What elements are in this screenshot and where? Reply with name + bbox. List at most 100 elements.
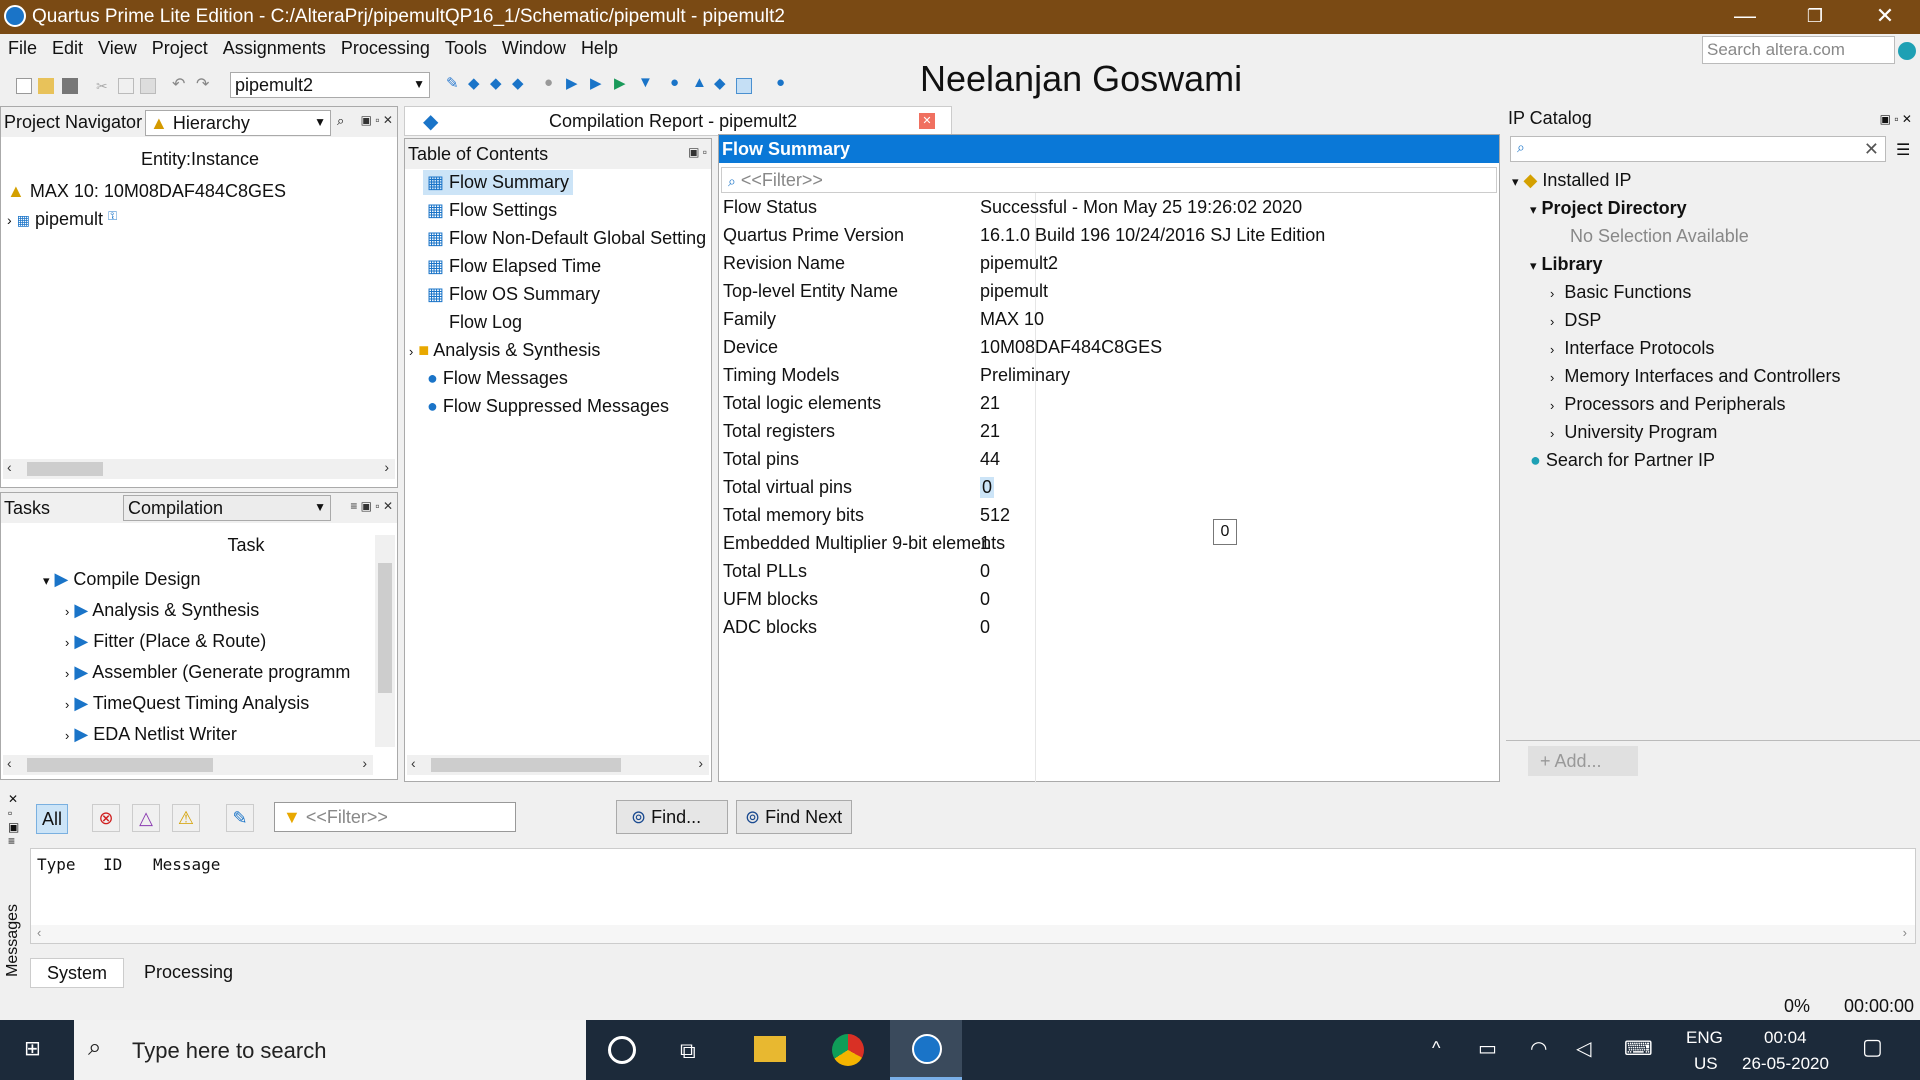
help-chat-icon[interactable]: ● — [776, 74, 792, 91]
menu-view[interactable]: View — [90, 34, 144, 59]
toc-item[interactable]: Flow Log — [449, 312, 522, 333]
task-row[interactable]: › ▶ EDA Netlist Writer — [65, 724, 237, 745]
chevron-left-icon[interactable]: ‹ — [7, 459, 12, 475]
new-file-icon[interactable] — [16, 78, 32, 94]
paste-icon[interactable] — [140, 78, 156, 94]
library-item[interactable]: › DSP — [1550, 310, 1601, 331]
pin-planner-icon[interactable]: ✎ — [446, 74, 462, 92]
timing-analyzer-icon[interactable]: ● — [670, 74, 686, 91]
tasks-hscrollbar[interactable]: ‹ › — [3, 755, 373, 775]
summary-filter-input[interactable]: ⌕ <<Filter>> — [721, 167, 1497, 193]
clock-date[interactable]: 26-05-2020 — [1742, 1054, 1829, 1074]
find-next-button[interactable]: ⊚ Find Next — [736, 800, 852, 834]
taskbar-search-box[interactable]: ⌕ Type here to search — [74, 1020, 586, 1080]
library-node[interactable]: ▾ Library — [1530, 254, 1603, 275]
add-ip-button[interactable]: + Add... — [1528, 746, 1638, 776]
quartus-taskbar-button[interactable] — [890, 1020, 962, 1080]
settings-icon[interactable]: ◆ — [490, 74, 506, 92]
chevron-right-icon[interactable]: › — [698, 755, 703, 771]
chevron-right-icon[interactable]: › — [384, 459, 389, 475]
top-entity-row[interactable]: › ▦ pipemult ⚿ — [7, 209, 117, 230]
minimize-button[interactable]: — — [1710, 0, 1780, 34]
chevron-down-icon[interactable]: ▾ — [1512, 174, 1519, 189]
chevron-right-icon[interactable]: › — [65, 635, 69, 650]
menu-window[interactable]: Window — [494, 34, 573, 59]
task-row[interactable]: › ▶ Analysis & Synthesis — [65, 600, 259, 621]
chevron-right-icon[interactable]: › — [1550, 314, 1554, 329]
toc-item-flow-summary[interactable]: ▦ Flow Summary — [423, 170, 574, 195]
chevron-right-icon[interactable]: › — [1550, 286, 1554, 301]
revision-select[interactable]: pipemult2 ▼ — [230, 72, 430, 98]
play-icon[interactable]: ▶ — [74, 693, 88, 713]
chevron-right-icon[interactable]: › — [1550, 370, 1554, 385]
notification-icon[interactable]: ▢ — [1862, 1034, 1883, 1060]
library-item[interactable]: › Processors and Peripherals — [1550, 394, 1785, 415]
menu-assignments[interactable]: Assignments — [215, 34, 333, 59]
wifi-icon[interactable]: ◠ — [1530, 1036, 1547, 1061]
task-view-icon[interactable]: ⧉ — [680, 1038, 696, 1064]
library-item[interactable]: › University Program — [1550, 422, 1717, 443]
menu-project[interactable]: Project — [144, 34, 215, 59]
suppress-filter-icon[interactable]: ✎ — [226, 804, 254, 832]
messages-filter-input[interactable]: ▼ <<Filter>> — [274, 802, 516, 832]
toc-item[interactable]: › ■ Analysis & Synthesis — [409, 340, 600, 361]
netlist-icon[interactable]: ◆ — [714, 74, 730, 92]
task-row[interactable]: › ▶ TimeQuest Timing Analysis — [65, 693, 309, 714]
chevron-right-icon[interactable]: › — [65, 697, 69, 712]
ip-search-input[interactable]: ⌕ ✕ — [1510, 136, 1886, 162]
chevron-right-icon[interactable]: › — [7, 212, 12, 228]
installed-ip-node[interactable]: ▾ ◆ Installed IP — [1512, 170, 1631, 191]
chrome-icon[interactable] — [832, 1034, 864, 1066]
menu-file[interactable]: File — [0, 34, 44, 59]
play-icon[interactable]: ▶ — [55, 569, 69, 589]
menu-icon[interactable]: ☰ — [1896, 140, 1910, 160]
summary-row-value[interactable]: 0 — [980, 477, 995, 498]
cortana-icon[interactable] — [608, 1036, 636, 1064]
toc-item[interactable]: ▦ Flow OS Summary — [427, 284, 600, 305]
clear-icon[interactable]: ✕ — [1864, 139, 1879, 160]
windows-start-icon[interactable]: ⊞ — [24, 1038, 48, 1062]
globe-icon[interactable] — [1898, 42, 1916, 60]
toc-item[interactable]: ● Flow Suppressed Messages — [427, 396, 669, 417]
chevron-right-icon[interactable]: › — [1550, 398, 1554, 413]
compilation-report-icon[interactable] — [736, 78, 752, 94]
scroll-thumb[interactable] — [431, 758, 621, 772]
chevron-right-icon[interactable]: › — [1550, 426, 1554, 441]
play-icon[interactable]: ▶ — [74, 662, 88, 682]
chip-planner-icon[interactable]: ◆ — [512, 74, 528, 92]
toc-item[interactable]: ▦ Flow Settings — [427, 200, 557, 221]
panel-controls-icon[interactable]: ▣ ▫ ✕ — [1880, 112, 1912, 126]
volume-icon[interactable]: ◁ — [1576, 1036, 1591, 1061]
navigator-hscrollbar[interactable]: ‹ › — [3, 459, 395, 479]
chevron-right-icon[interactable]: › — [65, 604, 69, 619]
tasks-vscrollbar[interactable] — [375, 535, 395, 747]
report-tab[interactable]: ◆ Compilation Report - pipemult2 ✕ — [404, 106, 952, 136]
chevron-up-icon[interactable]: ^ — [1432, 1038, 1440, 1059]
close-window-button[interactable]: ✕ — [1850, 0, 1920, 34]
search-altera-input[interactable]: Search altera.com — [1702, 36, 1895, 64]
partner-ip-item[interactable]: ● Search for Partner IP — [1530, 450, 1715, 471]
fitter-icon[interactable]: ▶ — [614, 74, 630, 92]
panel-controls-icon[interactable]: ✕ ▫ ▣ ≡ — [8, 792, 19, 848]
rtl-viewer-icon[interactable]: ▲ — [692, 74, 708, 91]
device-row[interactable]: ▲ MAX 10: 10M08DAF484C8GES — [7, 181, 286, 202]
panel-controls-icon[interactable]: ▣ ▫ ✕ — [361, 113, 393, 127]
task-row[interactable]: › ▶ Fitter (Place & Route) — [65, 631, 266, 652]
assignment-editor-icon[interactable]: ◆ — [468, 74, 484, 92]
chevron-right-icon[interactable]: › — [1903, 925, 1907, 940]
messages-hscrollbar[interactable]: ‹ › — [31, 925, 1915, 943]
library-item[interactable]: › Basic Functions — [1550, 282, 1691, 303]
chevron-right-icon[interactable]: › — [409, 344, 413, 359]
input-region[interactable]: US — [1694, 1054, 1718, 1074]
restore-button[interactable]: ❐ — [1780, 0, 1850, 34]
chevron-down-icon[interactable]: ▾ — [1530, 202, 1537, 217]
menu-processing[interactable]: Processing — [333, 34, 437, 59]
chevron-right-icon[interactable]: › — [1550, 342, 1554, 357]
clock-time[interactable]: 00:04 — [1764, 1028, 1807, 1048]
flow-select[interactable]: Compilation ▼ — [123, 495, 331, 521]
toc-item[interactable]: ▦ Flow Non-Default Global Setting — [427, 228, 711, 249]
project-directory-node[interactable]: ▾ Project Directory — [1530, 198, 1687, 219]
task-row[interactable]: › ▶ Assembler (Generate programm — [65, 662, 373, 683]
chevron-right-icon[interactable]: › — [362, 755, 367, 771]
filter-all-button[interactable]: All — [36, 804, 68, 834]
